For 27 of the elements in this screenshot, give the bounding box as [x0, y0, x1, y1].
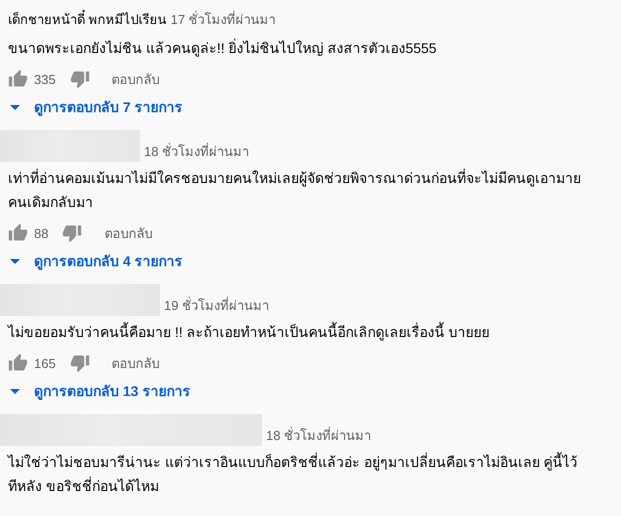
- reply-button[interactable]: ตอบกลับ: [112, 352, 160, 374]
- thumbs-up-icon[interactable]: [8, 69, 28, 89]
- comment-time[interactable]: 18 ชั่วโมงที่ผ่านมา: [144, 142, 250, 162]
- comment-time[interactable]: 19 ชั่วโมงที่ผ่านมา: [164, 296, 270, 316]
- thumbs-down-icon[interactable]: [62, 223, 82, 243]
- thumbs-up-icon[interactable]: [8, 223, 28, 243]
- view-replies-button[interactable]: ดูการตอบกลับ 7 รายการ: [8, 92, 183, 122]
- reply-button[interactable]: ตอบกลับ: [112, 68, 160, 90]
- reply-button[interactable]: ตอบกลับ: [104, 222, 152, 244]
- like-count: 335: [34, 72, 56, 86]
- caret-icon: [10, 388, 20, 394]
- caret-icon: [10, 258, 20, 264]
- like-count: 165: [34, 356, 56, 370]
- comment-text: ไม่ขอยอมรับว่าคนนี้คือมาย !! ละถ้าเอยทำหน้าเป็นคนนี้อีกเลิกดูเลยเรื่องนี้ บายยย: [8, 321, 490, 343]
- comment-time[interactable]: 18 ชั่วโมงที่ผ่านมา: [266, 426, 372, 446]
- comment-author[interactable]: เด็กชายหน้าดี๋ พกหมีไปเรียน: [8, 10, 167, 30]
- comment-text: ไม่ใช่ว่าไม่ชอบมารีน่านะ แต่ว่าเราอินแบบก็อตริชชี่แล้วอ่ะ อยู่ๆมาเปลี่ยนคือเราไม่อินเลย คู่นี้ไว้ ทีหลัง ขอริชชี่ก่อนได้ไหม: [8, 451, 579, 496]
- view-replies-button[interactable]: ดูการตอบกลับ 4 รายการ: [8, 246, 183, 276]
- comment-time[interactable]: 17 ชั่วโมงที่ผ่านมา: [170, 10, 276, 30]
- view-replies-button[interactable]: ดูการตอบกลับ 13 รายการ: [8, 376, 190, 406]
- thumbs-up-icon[interactable]: [8, 353, 28, 373]
- thumbs-down-icon[interactable]: [70, 353, 90, 373]
- thumbs-down-icon[interactable]: [70, 69, 90, 89]
- comment-text: ขนาดพระเอกยังไม่ชิน แล้วคนดูล่ะ!! ยิ่งไม่ชินไปใหญ่ สงสารตัวเอง5555: [8, 38, 438, 59]
- comment-text: เท่าที่อ่านคอมเม้นมาไม่มีใครชอบมายคนใหม่เลยผู้จัดช่วยพิจารณาด่วนก่อนที่จะไม่มีคนดูเอามาย คนเดิมกลับมา: [8, 168, 582, 212]
- like-count: 88: [34, 226, 48, 240]
- caret-icon: [10, 104, 20, 110]
